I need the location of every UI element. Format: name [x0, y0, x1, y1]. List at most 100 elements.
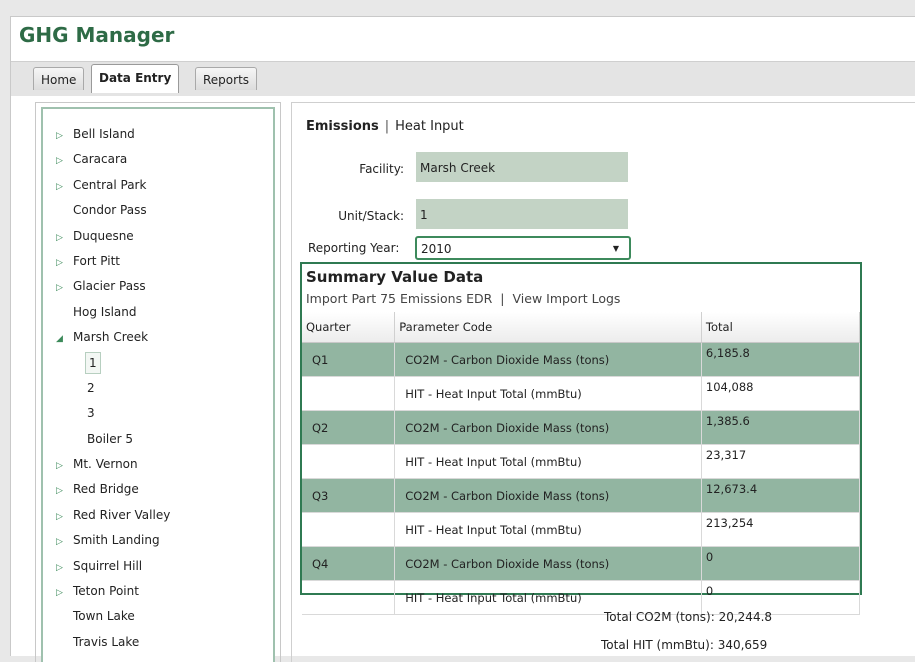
- facility-label: Facility:: [359, 162, 404, 176]
- tree-item-label: Red River Valley: [73, 507, 171, 522]
- tree-item-label: Marsh Creek: [73, 330, 149, 345]
- summary-table: Quarter Parameter Code Total Q1 CO2M - Ca…: [302, 312, 861, 615]
- parameter-cell: HIT - Heat Input Total (mmBtu): [394, 512, 702, 547]
- tree-item-caracara[interactable]: ▷ Caracara: [43, 148, 273, 173]
- parameter-cell: CO2M - Carbon Dioxide Mass (tons): [394, 342, 702, 377]
- table-row[interactable]: Q4 CO2M - Carbon Dioxide Mass (tons) 0: [302, 546, 861, 581]
- tree-item-unit-1[interactable]: 1: [43, 351, 273, 377]
- parameter-cell: HIT - Heat Input Total (mmBtu): [394, 444, 702, 479]
- tree-item-label: Hog Island: [73, 304, 137, 319]
- subnav-emissions[interactable]: Emissions: [306, 119, 379, 134]
- tree-item-town-lake[interactable]: Town Lake: [43, 605, 273, 630]
- table-row[interactable]: HIT - Heat Input Total (mmBtu) 0: [302, 580, 861, 615]
- facility-field: Marsh Creek: [416, 152, 628, 182]
- total-cell: 213,254: [701, 512, 861, 547]
- facility-tree: ▷ Bell Island ▷ Caracara ▷ Central Park Condor…: [43, 123, 273, 656]
- tree-item-bell-island[interactable]: ▷ Bell Island: [43, 123, 273, 148]
- tree-item-hog-island[interactable]: Hog Island: [43, 301, 273, 326]
- tree-item-squirrel-hill[interactable]: ▷ Squirrel Hill: [43, 555, 273, 580]
- tree-item-label: Red Bridge: [73, 482, 139, 497]
- tree-item-unit-2[interactable]: 2: [43, 377, 273, 402]
- table-row[interactable]: Q2 CO2M - Carbon Dioxide Mass (tons) 1,385…: [302, 410, 861, 445]
- tree-item-label: 3: [87, 406, 95, 421]
- tree-item-label: Duquesne: [73, 228, 134, 243]
- triangle-right-icon[interactable]: ▷: [56, 127, 63, 145]
- column-header-total[interactable]: Total: [701, 312, 861, 343]
- import-edr-link[interactable]: Import Part 75 Emissions EDR: [306, 291, 492, 306]
- tree-item-travis-lake[interactable]: Travis Lake: [43, 631, 273, 656]
- reporting-year-select[interactable]: 2010 ▼: [415, 236, 631, 260]
- triangle-right-icon[interactable]: ▷: [56, 508, 63, 526]
- tree-item-label: Caracara: [73, 152, 128, 167]
- view-import-logs-link[interactable]: View Import Logs: [513, 291, 621, 306]
- triangle-right-icon[interactable]: ▷: [56, 559, 63, 577]
- tree-item-label: Bell Island: [73, 127, 135, 141]
- table-row[interactable]: HIT - Heat Input Total (mmBtu) 213,254: [302, 512, 861, 547]
- tree-item-fort-pitt[interactable]: ▷ Fort Pitt: [43, 250, 273, 275]
- total-cell: 12,673.4: [701, 478, 861, 513]
- app-title: GHG Manager: [19, 23, 175, 47]
- unit-stack-label: Unit/Stack:: [338, 209, 404, 223]
- triangle-right-icon[interactable]: ▷: [56, 254, 63, 272]
- tree-item-unit-boiler-5[interactable]: Boiler 5: [43, 428, 273, 453]
- triangle-right-icon[interactable]: ▷: [56, 584, 63, 602]
- facility-tree-panel: ▷ Bell Island ▷ Caracara ▷ Central Park Condor…: [35, 102, 281, 662]
- tree-item-glacier-pass[interactable]: ▷ Glacier Pass: [43, 275, 273, 300]
- quarter-cell: [302, 444, 396, 479]
- triangle-right-icon[interactable]: ▷: [56, 178, 63, 196]
- tab-reports[interactable]: Reports: [195, 67, 258, 90]
- triangle-right-icon[interactable]: ▷: [56, 229, 63, 247]
- tree-item-label: Teton Point: [73, 584, 139, 599]
- unit-stack-field: 1: [416, 199, 628, 229]
- table-row[interactable]: Q3 CO2M - Carbon Dioxide Mass (tons) 12,67…: [302, 478, 861, 513]
- quarter-cell: [302, 512, 396, 547]
- triangle-right-icon[interactable]: ▷: [56, 279, 63, 297]
- total-cell: 104,088: [701, 376, 861, 411]
- table-row[interactable]: HIT - Heat Input Total (mmBtu) 23,317: [302, 444, 861, 479]
- chevron-down-icon: ▼: [612, 244, 619, 253]
- tree-item-label: 1: [85, 351, 101, 374]
- total-cell: 6,185.8: [701, 342, 861, 377]
- triangle-down-icon[interactable]: ◢: [56, 330, 63, 348]
- facility-tree-frame: ▷ Bell Island ▷ Caracara ▷ Central Park Condor…: [41, 107, 275, 662]
- tree-item-mt-vernon[interactable]: ▷ Mt. Vernon: [43, 453, 273, 478]
- parameter-cell: CO2M - Carbon Dioxide Mass (tons): [394, 410, 702, 445]
- summary-links: Import Part 75 Emissions EDR | View Impo…: [306, 291, 620, 306]
- total-cell: 23,317: [701, 444, 861, 479]
- table-row[interactable]: Q1 CO2M - Carbon Dioxide Mass (tons) 6,185…: [302, 342, 861, 377]
- tree-item-label: 2: [87, 380, 95, 395]
- tree-item-smith-landing[interactable]: ▷ Smith Landing: [43, 529, 273, 554]
- tree-item-red-bridge[interactable]: ▷ Red Bridge: [43, 478, 273, 503]
- tree-item-central-park[interactable]: ▷ Central Park: [43, 174, 273, 199]
- tree-item-red-river-valley[interactable]: ▷ Red River Valley: [43, 504, 273, 529]
- tree-item-marsh-creek[interactable]: ◢ Marsh Creek: [43, 326, 273, 351]
- tree-item-teton-point[interactable]: ▷ Teton Point: [43, 580, 273, 605]
- details-panel: Emissions | Heat Input Facility: Marsh Cre…: [291, 102, 915, 662]
- triangle-right-icon[interactable]: ▷: [56, 457, 63, 475]
- content-area: ▷ Bell Island ▷ Caracara ▷ Central Park Condor…: [11, 96, 915, 662]
- total-co2m: Total CO2M (tons): 20,244.8: [604, 610, 773, 624]
- tree-item-label: Smith Landing: [73, 533, 160, 548]
- quarter-cell: Q3: [302, 478, 396, 513]
- tree-item-label: Condor Pass: [73, 203, 147, 218]
- tree-item-label: Central Park: [73, 177, 147, 192]
- links-separator: |: [500, 291, 505, 306]
- tab-home[interactable]: Home: [33, 67, 85, 90]
- tab-bar: Home Data Entry Reports: [11, 61, 915, 97]
- tree-item-condor-pass[interactable]: Condor Pass: [43, 199, 273, 224]
- tree-item-label: Town Lake: [73, 609, 135, 624]
- triangle-right-icon[interactable]: ▷: [56, 533, 63, 551]
- tree-item-label: Fort Pitt: [73, 253, 120, 268]
- column-header-quarter[interactable]: Quarter: [302, 312, 396, 343]
- tree-item-label: Travis Lake: [73, 634, 140, 649]
- table-row[interactable]: HIT - Heat Input Total (mmBtu) 104,088: [302, 376, 861, 411]
- column-header-parameter-code[interactable]: Parameter Code: [394, 312, 702, 343]
- tree-item-unit-3[interactable]: 3: [43, 402, 273, 427]
- quarter-cell: [302, 376, 396, 411]
- tree-item-duquesne[interactable]: ▷ Duquesne: [43, 225, 273, 250]
- tab-data-entry[interactable]: Data Entry: [91, 64, 180, 93]
- triangle-right-icon[interactable]: ▷: [56, 152, 63, 170]
- subnav-heat-input[interactable]: Heat Input: [395, 119, 464, 134]
- triangle-right-icon[interactable]: ▷: [56, 482, 63, 500]
- total-hit: Total HIT (mmBtu): 340,659: [601, 638, 768, 652]
